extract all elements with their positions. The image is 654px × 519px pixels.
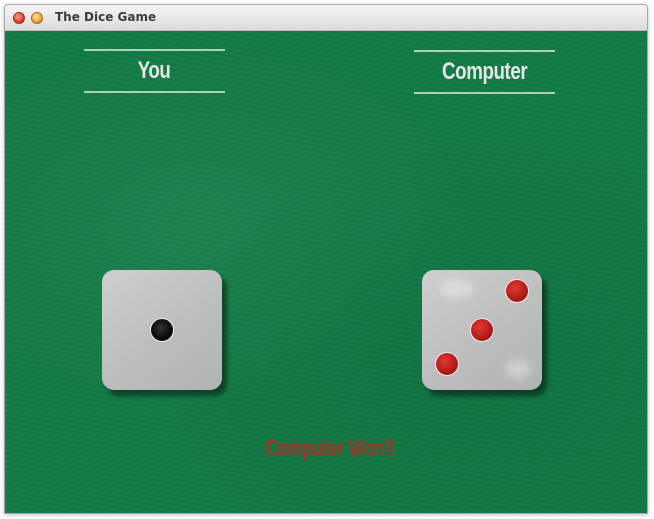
player-die[interactable] bbox=[102, 270, 222, 390]
computer-die bbox=[422, 270, 542, 390]
die-glare bbox=[440, 280, 474, 298]
window-title: The Dice Game bbox=[55, 10, 157, 24]
die-pip bbox=[150, 318, 174, 342]
die-pip bbox=[505, 279, 529, 303]
dice-game-window: The Dice Game You Computer Computer Won!… bbox=[4, 4, 648, 514]
player-label-computer-text: Computer bbox=[441, 58, 528, 85]
player-label-computer: Computer bbox=[414, 50, 555, 94]
die-glare bbox=[506, 360, 530, 378]
game-table: You Computer Computer Won!! bbox=[5, 31, 647, 513]
game-result-text: Computer Won!! bbox=[225, 431, 435, 467]
player-label-you: You bbox=[84, 49, 225, 93]
title-bar[interactable]: The Dice Game bbox=[5, 5, 647, 31]
game-result-label: Computer Won!! bbox=[265, 435, 395, 462]
player-label-you-text: You bbox=[138, 57, 171, 84]
close-window-button[interactable] bbox=[13, 12, 25, 24]
minimize-window-button[interactable] bbox=[31, 12, 43, 24]
die-pip bbox=[435, 352, 459, 376]
die-pip bbox=[470, 318, 494, 342]
